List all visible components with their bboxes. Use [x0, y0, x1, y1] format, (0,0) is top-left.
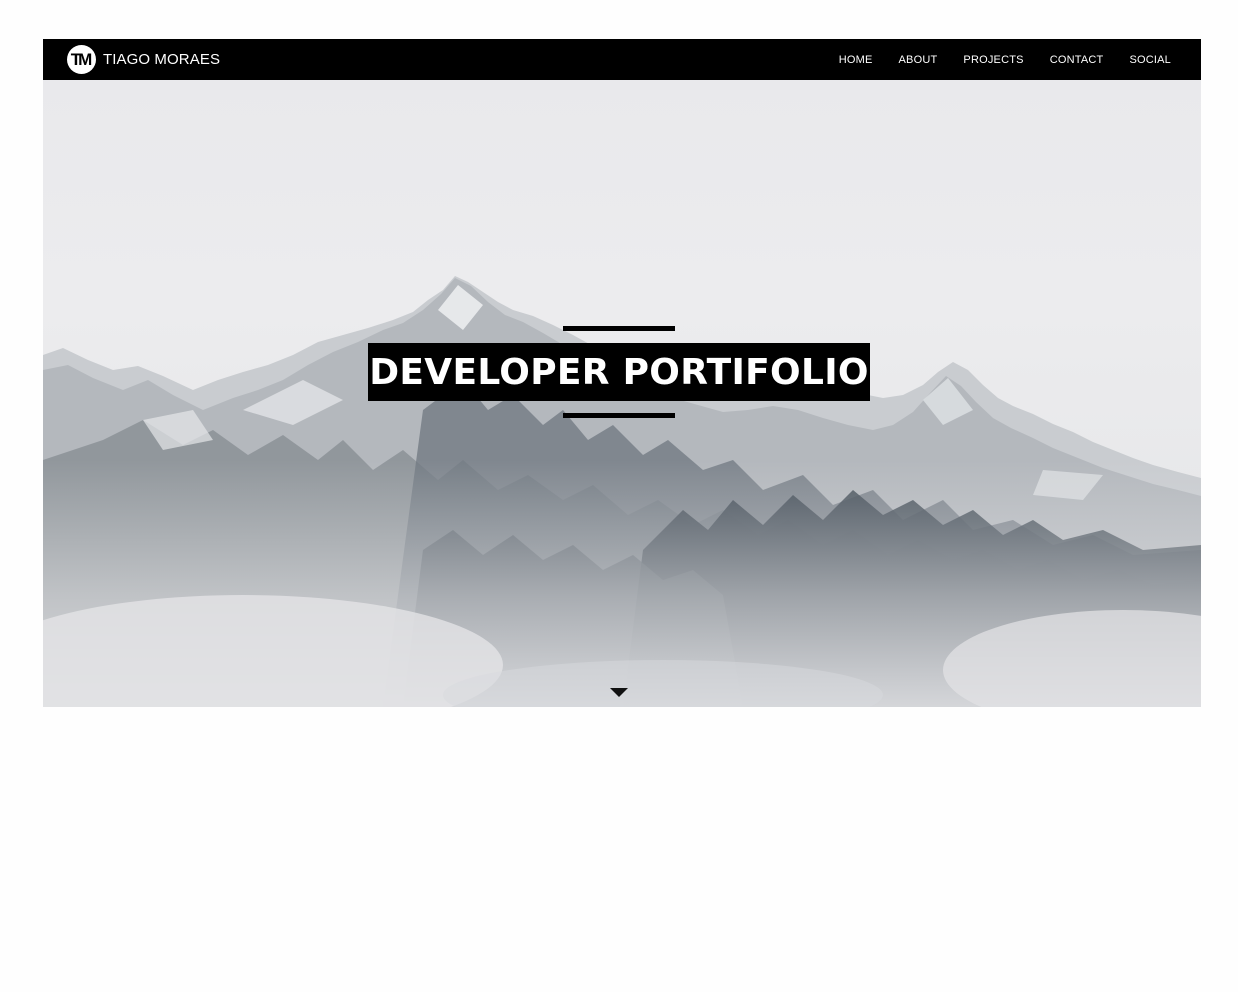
nav-link-social[interactable]: SOCIAL [1129, 54, 1171, 66]
logo-text: TM [70, 50, 92, 69]
title-rule-bottom [563, 413, 675, 418]
top-navbar: TM TIAGO MORAES HOME ABOUT PROJECTS CONT… [43, 39, 1201, 80]
caret-down-icon[interactable] [610, 688, 628, 697]
nav-link-contact[interactable]: CONTACT [1050, 54, 1104, 66]
nav-link-home[interactable]: HOME [839, 54, 873, 66]
hero-title: DEVELOPER PORTIFOLIO [369, 351, 869, 393]
nav-link-projects[interactable]: PROJECTS [963, 54, 1023, 66]
nav-link-about[interactable]: ABOUT [899, 54, 938, 66]
page-frame: TM TIAGO MORAES HOME ABOUT PROJECTS CONT… [43, 39, 1201, 707]
hero-section: DEVELOPER PORTIFOLIO [43, 80, 1201, 707]
nav-links: HOME ABOUT PROJECTS CONTACT SOCIAL [813, 39, 1171, 80]
tm-logo-icon: TM [67, 45, 96, 74]
hero-title-box: DEVELOPER PORTIFOLIO [368, 343, 870, 401]
title-rule-top [563, 326, 675, 331]
brand[interactable]: TM TIAGO MORAES [67, 44, 220, 75]
brand-name: TIAGO MORAES [103, 51, 221, 68]
